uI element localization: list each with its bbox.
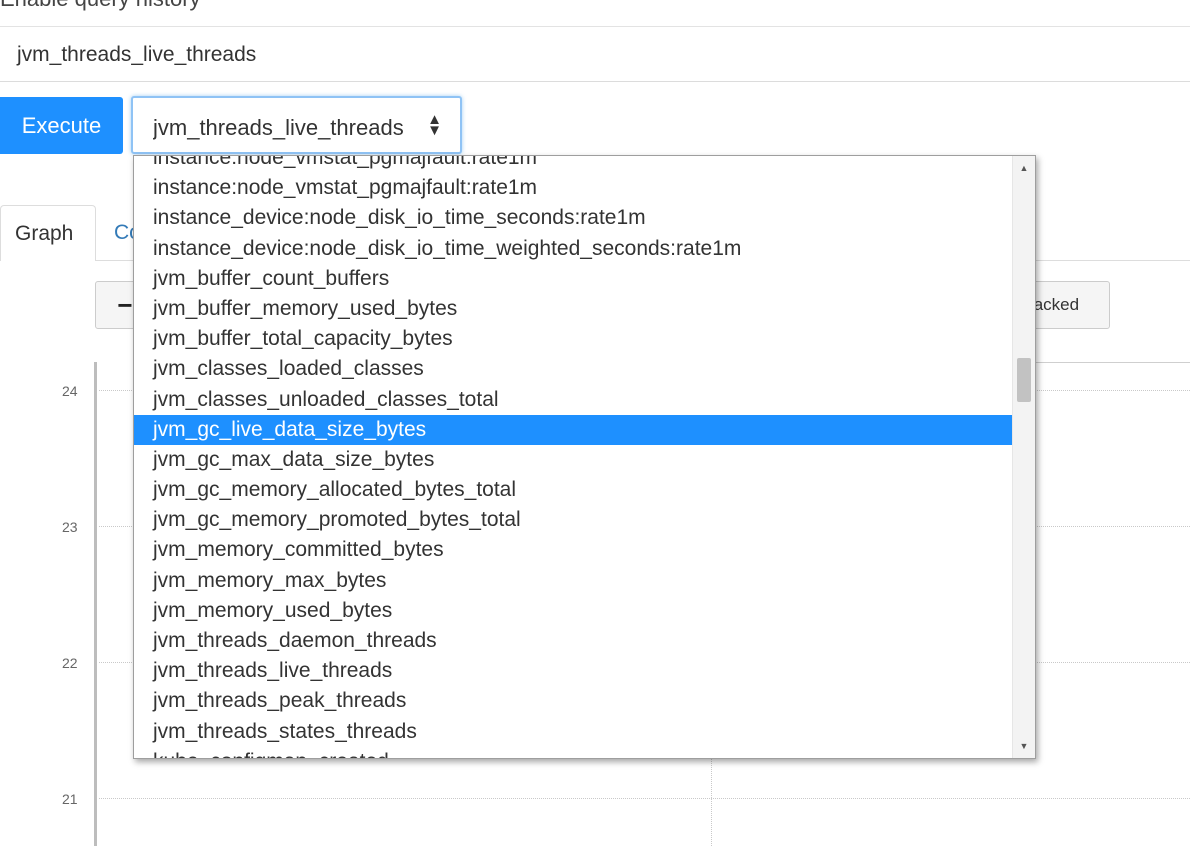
dropdown-option[interactable]: jvm_memory_used_bytes xyxy=(134,596,1013,626)
dropdown-option[interactable]: kube_configmap_created xyxy=(134,747,1013,758)
dropdown-option[interactable]: jvm_threads_daemon_threads xyxy=(134,626,1013,656)
dropdown-option[interactable]: jvm_memory_committed_bytes xyxy=(134,535,1013,565)
expression-value: jvm_threads_live_threads xyxy=(17,43,257,66)
select-arrows-icon: ▲ ▼ xyxy=(427,111,442,139)
dropdown-option[interactable]: jvm_classes_loaded_classes xyxy=(134,354,1013,384)
minus-icon: − xyxy=(117,289,133,320)
metric-select[interactable]: jvm_threads_live_threads ▲ ▼ xyxy=(131,96,462,154)
y-tick-label: 22 xyxy=(62,655,78,671)
gridline xyxy=(99,798,1190,799)
y-tick-label: 24 xyxy=(62,383,78,399)
dropdown-option[interactable]: jvm_threads_peak_threads xyxy=(134,686,1013,716)
dropdown-option[interactable]: jvm_classes_unloaded_classes_total xyxy=(134,385,1013,415)
metric-dropdown-list[interactable]: instance:node_vmstat_pgmajfault:rate1m in… xyxy=(133,155,1036,759)
dropdown-option[interactable]: jvm_memory_max_bytes xyxy=(134,566,1013,596)
dropdown-option[interactable]: jvm_buffer_total_capacity_bytes xyxy=(134,324,1013,354)
scroll-up-arrow-icon[interactable]: ▲ xyxy=(1013,158,1035,178)
dropdown-option[interactable]: jvm_gc_memory_promoted_bytes_total xyxy=(134,505,1013,535)
scroll-thumb[interactable] xyxy=(1017,358,1031,402)
dropdown-options: instance:node_vmstat_pgmajfault:rate1m in… xyxy=(134,156,1013,758)
graph-border xyxy=(1035,362,1190,363)
metric-select-value: jvm_threads_live_threads xyxy=(153,115,404,140)
dropdown-option[interactable]: instance:node_vmstat_pgmajfault:rate1m xyxy=(134,156,1013,173)
dropdown-scrollbar[interactable]: ▲ ▼ xyxy=(1012,156,1035,758)
dropdown-option[interactable]: instance:node_vmstat_pgmajfault:rate1m xyxy=(134,173,1013,203)
dropdown-option[interactable]: instance_device:node_disk_io_time_weight… xyxy=(134,234,1013,264)
tab-graph[interactable]: Graph xyxy=(0,205,96,261)
dropdown-option[interactable]: jvm_buffer_count_buffers xyxy=(134,264,1013,294)
dropdown-option[interactable]: jvm_buffer_memory_used_bytes xyxy=(134,294,1013,324)
execute-button[interactable]: Execute xyxy=(0,97,123,154)
execute-button-label: Execute xyxy=(21,112,102,138)
tab-graph-label: Graph xyxy=(15,221,74,245)
y-axis xyxy=(94,362,97,846)
dropdown-option[interactable]: jvm_threads_states_threads xyxy=(134,717,1013,747)
dropdown-option[interactable]: jvm_gc_memory_allocated_bytes_total xyxy=(134,475,1013,505)
x-gridline xyxy=(711,758,712,846)
stacked-button-label: tacked xyxy=(1029,295,1080,314)
y-tick-label: 21 xyxy=(62,791,78,807)
query-history-bar: Enable query history xyxy=(0,0,1190,27)
query-history-label[interactable]: Enable query history xyxy=(0,0,201,12)
expression-input[interactable]: jvm_threads_live_threads xyxy=(0,27,1190,82)
scroll-down-arrow-icon[interactable]: ▼ xyxy=(1013,736,1035,756)
dropdown-option[interactable]: jvm_gc_max_data_size_bytes xyxy=(134,445,1013,475)
dropdown-option[interactable]: jvm_threads_live_threads xyxy=(134,656,1013,686)
y-tick-label: 23 xyxy=(62,519,78,535)
dropdown-option[interactable]: instance_device:node_disk_io_time_second… xyxy=(134,203,1013,233)
dropdown-option[interactable]: jvm_gc_live_data_size_bytes xyxy=(134,414,1013,445)
